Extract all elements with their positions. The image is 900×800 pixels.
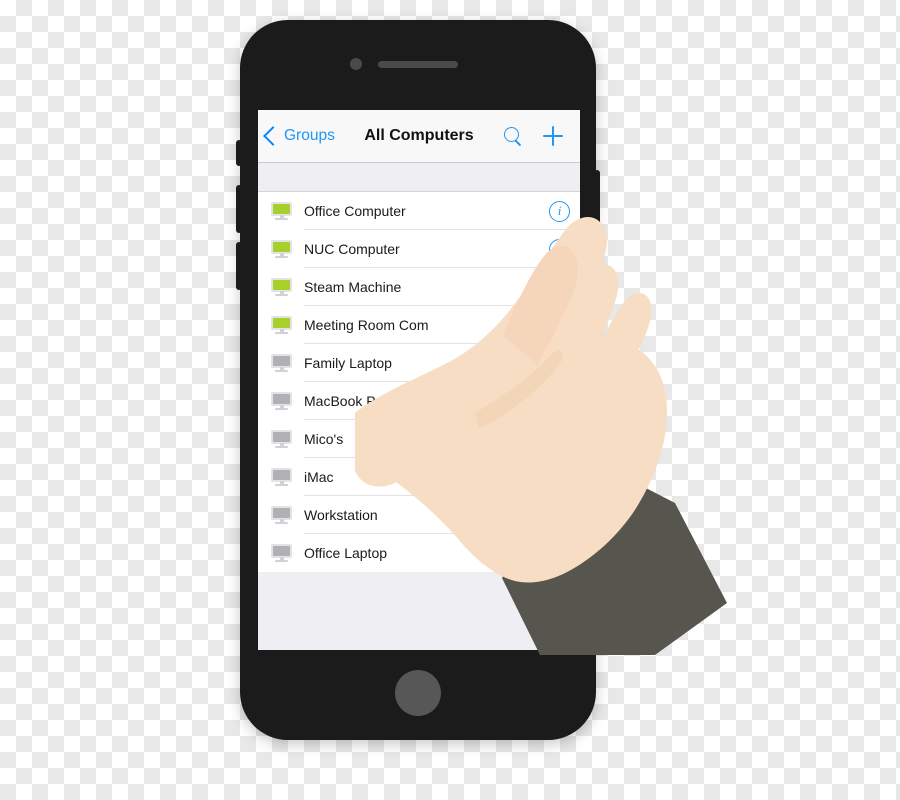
- power-button[interactable]: [594, 170, 600, 236]
- mute-switch[interactable]: [236, 140, 242, 166]
- list-item-label: Family Laptop: [304, 355, 392, 371]
- list-item-label: Office Computer: [304, 203, 406, 219]
- list-item[interactable]: Mico's: [258, 420, 580, 458]
- computer-list: Office Computer i NUC Computer i Steam Machi…: [258, 192, 580, 572]
- monitor-icon: [271, 202, 292, 220]
- home-button[interactable]: [395, 670, 441, 716]
- volume-down-button[interactable]: [236, 242, 242, 290]
- earpiece-speaker-icon: [378, 61, 458, 68]
- chevron-left-icon: [263, 126, 283, 146]
- list-item[interactable]: Office Computer i: [258, 192, 580, 230]
- volume-up-button[interactable]: [236, 185, 242, 233]
- phone-screen: Groups All Computers Office Computer i NUC…: [258, 110, 580, 650]
- list-item-label: iMac: [304, 469, 334, 485]
- phone-frame: Groups All Computers Office Computer i NUC…: [236, 20, 600, 740]
- monitor-icon: [271, 316, 292, 334]
- list-item-label: Workstation: [304, 507, 378, 523]
- list-item-label: NUC Computer: [304, 241, 400, 257]
- monitor-icon: [271, 278, 292, 296]
- monitor-icon: [271, 468, 292, 486]
- list-item[interactable]: Steam Machine i: [258, 268, 580, 306]
- monitor-icon: [271, 430, 292, 448]
- back-button[interactable]: Groups: [263, 126, 335, 146]
- list-item[interactable]: Meeting Room Com: [258, 306, 580, 344]
- list-item-label: Office Laptop: [304, 545, 388, 561]
- navigation-bar: Groups All Computers: [258, 110, 580, 163]
- list-item[interactable]: Workstation: [258, 496, 580, 534]
- list-item-label: Mico's: [304, 431, 344, 447]
- monitor-icon: [271, 240, 292, 258]
- list-item[interactable]: Family Laptop: [258, 344, 580, 382]
- info-icon[interactable]: i: [549, 238, 570, 260]
- info-icon[interactable]: i: [549, 200, 570, 222]
- monitor-icon: [271, 392, 292, 410]
- search-icon[interactable]: [504, 126, 523, 146]
- list-item[interactable]: MacBook Pro: [258, 382, 580, 420]
- front-camera-icon: [350, 58, 362, 70]
- info-icon[interactable]: i: [549, 276, 570, 298]
- little-finger: [595, 292, 652, 391]
- monitor-icon: [271, 354, 292, 372]
- list-item-label: Steam Machine: [304, 279, 402, 295]
- list-item-label: Meeting Room Com: [304, 317, 429, 333]
- list-section-header: [258, 163, 580, 192]
- list-item[interactable]: iMac: [258, 458, 580, 496]
- list-item-label: MacBook Pro: [304, 393, 389, 409]
- list-item[interactable]: Office Laptop: [258, 534, 580, 572]
- monitor-icon: [271, 544, 292, 562]
- list-item[interactable]: NUC Computer i: [258, 230, 580, 268]
- back-button-label: Groups: [284, 127, 335, 144]
- monitor-icon: [271, 506, 292, 524]
- navbar-actions: [504, 126, 563, 146]
- plus-icon[interactable]: [543, 126, 563, 146]
